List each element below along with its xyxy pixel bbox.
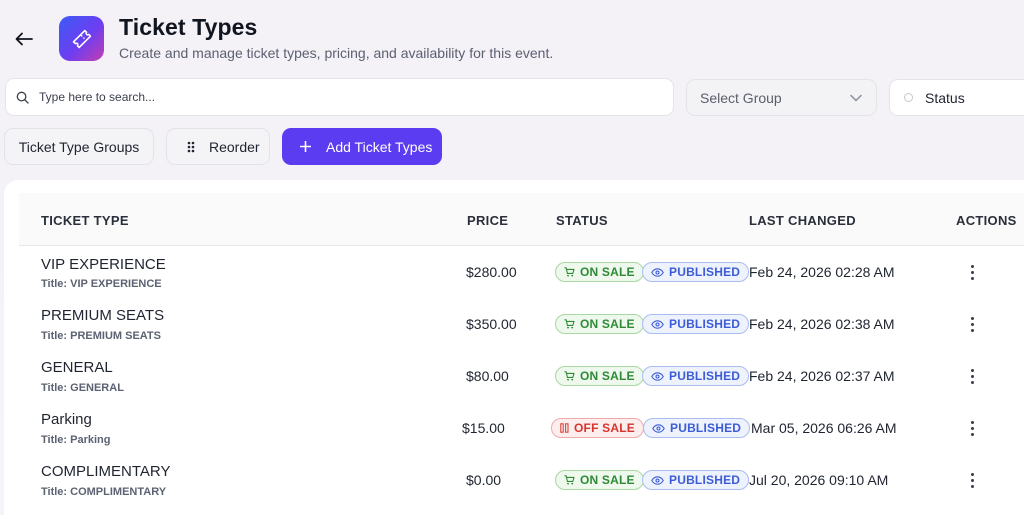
- publish-status-label: PUBLISHED: [670, 421, 742, 435]
- ticket-name: GENERAL: [41, 359, 113, 376]
- publish-status-label: PUBLISHED: [669, 369, 741, 383]
- cart-icon: [564, 371, 575, 381]
- row-actions-button[interactable]: [964, 366, 980, 386]
- kebab-dot: [970, 478, 974, 482]
- eye-icon: [651, 371, 664, 381]
- published-badge: PUBLISHED: [643, 418, 751, 438]
- on-sale-badge: ON SALE: [555, 470, 644, 490]
- back-button[interactable]: [12, 28, 36, 50]
- kebab-dot: [970, 426, 974, 430]
- kebab-menu-icon: [970, 316, 974, 320]
- ticket-title: Title: PREMIUM SEATS: [41, 330, 161, 342]
- kebab-dot: [970, 380, 974, 384]
- chevron-down-icon: [850, 94, 862, 101]
- group-select[interactable]: Select Group: [686, 79, 877, 116]
- table-header: [19, 193, 1024, 246]
- kebab-dot: [970, 276, 974, 280]
- ticket-title: Title: GENERAL: [41, 382, 124, 394]
- ticket-price: $0.00: [466, 472, 502, 488]
- last-changed-date: Feb 24, 2026 02:38 AM: [749, 316, 895, 332]
- published-badge: PUBLISHED: [642, 470, 750, 490]
- last-changed-date: Feb 24, 2026 02:37 AM: [749, 368, 895, 384]
- sale-status-label: OFF SALE: [574, 421, 635, 435]
- on-sale-badge: ON SALE: [555, 314, 644, 334]
- published-badge: PUBLISHED: [642, 366, 750, 386]
- kebab-dot: [970, 484, 974, 488]
- ticket-price: $350.00: [466, 316, 517, 332]
- sale-status-label: ON SALE: [580, 317, 635, 331]
- eye-icon: [651, 267, 664, 277]
- last-changed-date: Jul 20, 2026 09:10 AM: [749, 472, 889, 488]
- plus-icon: [300, 141, 311, 152]
- back-arrow-icon: [15, 32, 33, 46]
- row-actions-button[interactable]: [964, 262, 980, 282]
- ticket-type-groups-label: Ticket Type Groups: [18, 138, 140, 155]
- kebab-dot: [970, 328, 974, 332]
- on-sale-badge: ON SALE: [555, 262, 644, 282]
- column-header-ticket-type: TICKET TYPE: [41, 213, 129, 228]
- drag-grip-icon: [187, 141, 195, 152]
- ticket-price: $15.00: [462, 420, 505, 436]
- ticket-name: COMPLIMENTARY: [41, 463, 171, 480]
- search-field[interactable]: [5, 78, 674, 116]
- eye-icon: [651, 319, 664, 329]
- kebab-dot: [970, 322, 974, 326]
- sale-status-label: ON SALE: [580, 473, 635, 487]
- ticket-type-groups-button[interactable]: Ticket Type Groups: [4, 128, 154, 165]
- row-actions-button[interactable]: [964, 418, 980, 438]
- ticket-price: $80.00: [466, 368, 509, 384]
- publish-status-label: PUBLISHED: [669, 473, 741, 487]
- kebab-dot: [970, 374, 974, 378]
- column-header-status: STATUS: [556, 213, 608, 228]
- app-logo: [59, 16, 104, 61]
- add-ticket-types-label: Add Ticket Types: [326, 138, 433, 155]
- ticket-title: Title: VIP EXPERIENCE: [41, 278, 162, 290]
- eye-icon: [652, 423, 665, 433]
- on-sale-badge: ON SALE: [555, 366, 644, 386]
- row-actions-button[interactable]: [964, 314, 980, 334]
- search-input[interactable]: [39, 90, 639, 104]
- column-header-last-changed: LAST CHANGED: [749, 213, 856, 228]
- kebab-menu-icon: [970, 420, 974, 424]
- sale-status-label: ON SALE: [580, 369, 635, 383]
- published-badge: PUBLISHED: [642, 314, 750, 334]
- paused-sale-icon: [560, 423, 569, 433]
- status-circle-icon: [904, 93, 913, 102]
- page-title: Ticket Types: [119, 14, 258, 40]
- status-filter[interactable]: Status: [889, 79, 1024, 116]
- cart-icon: [564, 319, 575, 329]
- cart-icon: [564, 267, 575, 277]
- eye-icon: [651, 475, 664, 485]
- add-ticket-types-button[interactable]: Add Ticket Types: [282, 128, 442, 165]
- search-icon: [16, 91, 29, 104]
- column-header-price: PRICE: [467, 213, 509, 228]
- group-select-label: Select Group: [700, 89, 782, 106]
- kebab-menu-icon: [970, 368, 974, 372]
- cart-icon: [564, 475, 575, 485]
- ticket-name: PREMIUM SEATS: [41, 307, 165, 324]
- ticket-icon: [72, 29, 91, 48]
- kebab-menu-icon: [970, 472, 974, 476]
- publish-status-label: PUBLISHED: [669, 317, 741, 331]
- publish-status-label: PUBLISHED: [669, 265, 741, 279]
- last-changed-date: Feb 24, 2026 02:28 AM: [749, 264, 895, 280]
- ticket-title: Title: COMPLIMENTARY: [41, 486, 167, 498]
- status-filter-label: Status: [925, 89, 965, 106]
- page-subtitle: Create and manage ticket types, pricing,…: [119, 45, 554, 61]
- kebab-dot: [970, 432, 974, 436]
- kebab-menu-icon: [970, 264, 974, 268]
- ticket-name: VIP EXPERIENCE: [41, 256, 166, 273]
- sale-status-label: ON SALE: [580, 265, 635, 279]
- ticket-name: Parking: [41, 411, 92, 428]
- ticket-price: $280.00: [466, 264, 517, 280]
- ticket-title: Title: Parking: [41, 434, 111, 446]
- last-changed-date: Mar 05, 2026 06:26 AM: [751, 420, 897, 436]
- row-actions-button[interactable]: [964, 470, 980, 490]
- published-badge: PUBLISHED: [642, 262, 750, 282]
- kebab-dot: [970, 270, 974, 274]
- reorder-label: Reorder: [209, 138, 260, 155]
- column-header-actions: ACTIONS: [956, 213, 1017, 228]
- reorder-button[interactable]: Reorder: [166, 128, 270, 165]
- off-sale-badge: OFF SALE: [551, 418, 644, 438]
